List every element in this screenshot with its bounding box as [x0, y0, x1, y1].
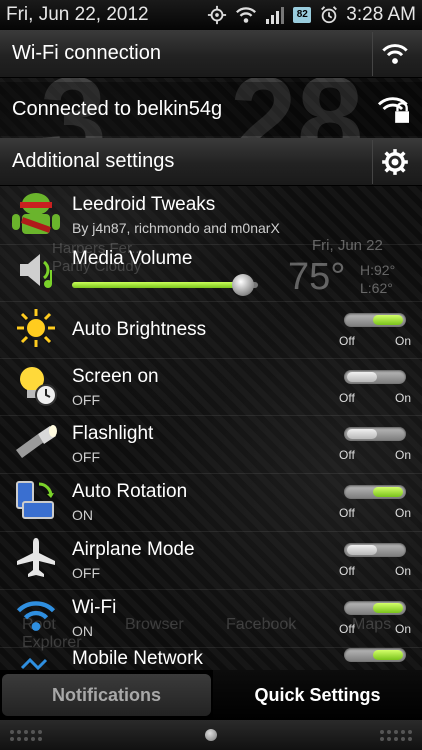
quick-setting-row[interactable]: Screen on OFF Off On	[0, 359, 422, 415]
quick-setting-row[interactable]: Mobile NetworkOffOn	[0, 648, 422, 670]
alarm-icon	[321, 6, 338, 24]
gps-icon	[208, 5, 227, 25]
leedroid-tweaks-row[interactable]: Leedroid Tweaks By j4n87, richmondo and …	[0, 188, 422, 242]
setting-title: Wi-Fi	[72, 597, 117, 618]
setting-title: Screen on	[72, 366, 159, 387]
setting-title: Auto Brightness	[72, 319, 207, 340]
gear-icon	[381, 148, 408, 175]
grip-dots-right-icon	[380, 729, 412, 741]
toggle-off-label: Off	[339, 505, 355, 520]
setting-title: Flashlight	[72, 423, 154, 444]
tab-quick-settings[interactable]: Quick Settings	[213, 670, 422, 720]
status-bar: Fri, Jun 22, 2012 82 3:28 AM	[0, 0, 422, 30]
setting-state-text: OFF	[72, 392, 100, 408]
toggle-on-label: On	[394, 505, 411, 520]
quick-setting-row[interactable]: Wi-Fi ON Off On	[0, 590, 422, 646]
airplane-icon	[14, 536, 58, 585]
speaker-icon	[20, 254, 52, 288]
flashlight-icon	[12, 422, 60, 467]
setting-title: Mobile Network	[72, 648, 203, 669]
quick-setting-row[interactable]: Auto Brightness Off On	[0, 302, 422, 358]
wifi-icon	[15, 597, 57, 640]
status-time: 3:28 AM	[346, 4, 416, 25]
toggle-switch[interactable]	[344, 484, 406, 499]
setting-state-text: ON	[72, 507, 93, 523]
status-date: Fri, Jun 22, 2012	[6, 4, 149, 25]
media-volume-title: Media Volume	[72, 248, 193, 269]
setting-title: Auto Rotation	[72, 481, 188, 502]
setting-state-text: ON	[72, 623, 93, 639]
bottom-tabs: Notifications Quick Settings	[0, 670, 422, 720]
tweaks-subtitle: By j4n87, richmondo and m0narX	[72, 220, 280, 236]
connected-network-row[interactable]: Connected to belkin54g	[0, 82, 422, 136]
mobile-network-icon	[16, 648, 56, 670]
tweaks-title: Leedroid Tweaks	[72, 194, 216, 215]
android-ninja-icon	[12, 193, 60, 234]
lightbulb-clock-icon	[14, 363, 58, 412]
toggle-on-label: On	[394, 447, 411, 462]
wifi-connection-label: Wi-Fi connection	[12, 42, 161, 64]
toggle-switch[interactable]	[344, 542, 406, 557]
secured-wifi-button[interactable]	[372, 87, 416, 131]
signal-icon	[266, 7, 285, 24]
toggle-switch[interactable]	[344, 426, 406, 441]
toggle-switch[interactable]	[344, 648, 406, 662]
tab-notifications[interactable]: Notifications	[2, 674, 211, 716]
wifi-icon	[236, 7, 257, 23]
sun-icon	[15, 307, 57, 354]
additional-settings-label: Additional settings	[12, 150, 175, 172]
quick-setting-row[interactable]: Auto Rotation ON Off On	[0, 474, 422, 530]
connected-network-label: Connected to belkin54g	[12, 97, 223, 120]
grip-dots-left-icon	[10, 729, 42, 741]
toggle-off-label: Off	[339, 333, 355, 348]
handle-knob-icon	[205, 729, 217, 741]
toggle-switch[interactable]	[344, 600, 406, 615]
toggle-on-label: On	[394, 563, 411, 578]
toggle-switch[interactable]	[344, 369, 406, 384]
auto-rotate-icon	[13, 478, 59, 527]
quick-setting-row[interactable]: Airplane Mode OFF Off On	[0, 532, 422, 588]
additional-settings-header[interactable]: Additional settings	[0, 138, 422, 186]
wifi-settings-button[interactable]	[372, 31, 416, 76]
toggle-on-label: On	[394, 333, 411, 348]
toggle-on-label: On	[394, 390, 411, 405]
wifi-lock-icon	[377, 97, 409, 123]
toggle-on-label: On	[394, 621, 411, 636]
toggle-off-label: Off	[339, 447, 355, 462]
volume-fill	[72, 282, 244, 288]
settings-button[interactable]	[372, 139, 416, 184]
bt-badge-text: 82	[296, 9, 308, 20]
setting-state-text: OFF	[72, 449, 100, 465]
toggle-off-label: Off	[339, 621, 355, 636]
bluetooth-82-icon: 82	[293, 7, 312, 23]
toggle-switch[interactable]	[344, 312, 406, 327]
setting-state-text: OFF	[72, 565, 100, 581]
toggle-off-label: Off	[339, 390, 355, 405]
quick-setting-row[interactable]: Flashlight OFF Off On	[0, 416, 422, 472]
wifi-icon	[381, 43, 408, 64]
setting-title: Airplane Mode	[72, 539, 195, 560]
volume-thumb[interactable]	[232, 274, 255, 296]
wifi-connection-header[interactable]: Wi-Fi connection	[0, 30, 422, 78]
toggle-off-label: Off	[339, 563, 355, 578]
media-volume-slider[interactable]	[72, 274, 258, 296]
drawer-handle[interactable]	[0, 720, 422, 750]
media-volume-row: Media Volume	[0, 246, 422, 302]
